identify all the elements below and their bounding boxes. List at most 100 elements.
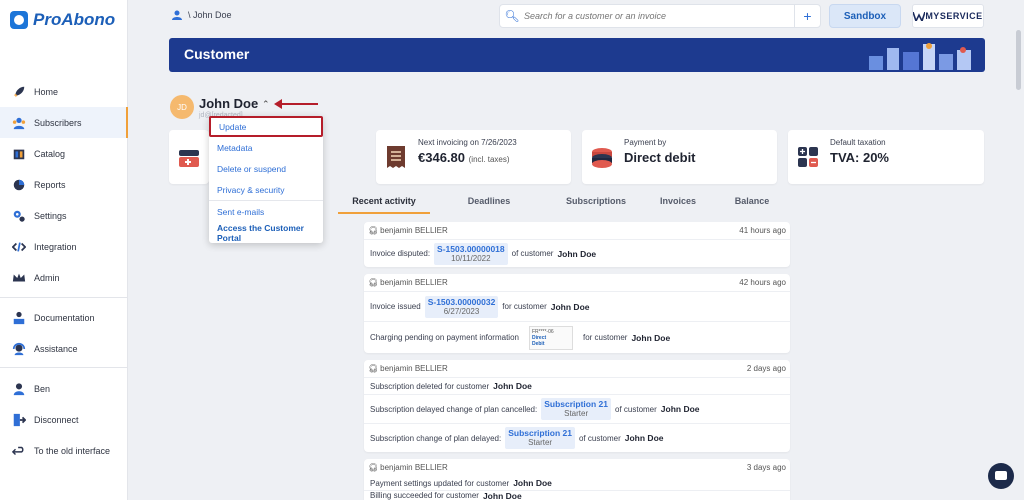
menu-item-delete-suspend[interactable]: Delete or suspend [209,158,323,179]
search-input[interactable] [524,11,794,21]
activity-author: 🎧︎ benjamin BELLIER [368,364,448,373]
customer-link[interactable]: John Doe [557,249,596,259]
brand-logo-icon [913,11,926,21]
search-icon: 🔍︎ [504,9,520,23]
menu-item-sent-emails[interactable]: Sent e-mails [209,201,323,222]
sidebar-item-old-interface[interactable]: To the old interface [0,435,128,466]
card-next-invoicing: Next invoicing on 7/26/2023 €346.80 (inc… [376,130,571,184]
card-value: TVA: 20% [830,150,889,165]
breadcrumb: \ John Doe [170,10,232,20]
headset-icon: 🎧︎ [368,226,379,235]
menu-item-metadata[interactable]: Metadata [209,137,323,158]
customer-link[interactable]: John Doe [625,433,664,443]
tab-deadlines[interactable]: Deadlines [430,196,548,214]
sidebar-item-documentation[interactable]: Documentation [0,302,128,333]
app-logo[interactable]: ProAbono [10,10,115,30]
card-taxation: Default taxation TVA: 20% [788,130,984,184]
tab-invoices[interactable]: Invoices [644,196,712,214]
author-name: benjamin BELLIER [380,278,448,287]
customer-name[interactable]: John Doe [199,96,258,111]
sidebar-item-catalog[interactable]: Catalog [0,138,128,169]
breadcrumb-current: \ John Doe [188,10,232,20]
invoice-reference[interactable]: S-1503.00000032 6/27/2023 [424,295,499,318]
tab-balance[interactable]: Balance [712,196,792,214]
activity-row: Invoice disputed: S-1503.00000018 10/11/2… [364,239,790,267]
activity-row: Invoice issued S-1503.00000032 6/27/2023 … [364,291,790,321]
tab-recent-activity[interactable]: Recent activity [338,196,430,214]
sidebar-item-label: Assistance [34,343,78,354]
add-button[interactable]: + [794,5,820,27]
activity-text: Charging pending on payment information [370,333,519,342]
customer-link[interactable]: John Doe [483,491,522,500]
main-nav: Home Subscribers Catalog Reports Setting… [0,76,128,293]
plan-name: Starter [528,438,553,447]
business-switcher[interactable]: MYSERVICE [912,4,984,28]
sidebar-item-user[interactable]: Ben [0,373,128,404]
users-icon[interactable] [170,10,184,20]
receipt-icon [387,146,405,168]
sidebar-item-subscribers[interactable]: Subscribers [0,107,128,138]
menu-item-privacy-security[interactable]: Privacy & security [209,179,323,200]
customer-link[interactable]: John Doe [513,478,552,488]
invoice-reference[interactable]: S-1503.00000018 10/11/2022 [434,242,508,265]
activity-text: of customer [578,433,621,443]
customer-link[interactable]: John Doe [493,381,532,391]
subscription-reference[interactable]: Subscription 21 Starter [541,398,611,420]
direct-debit-mandate-icon[interactable]: FR****-06 Direct Debit [528,325,573,350]
activity-text: for customer [502,302,547,311]
book-icon [13,149,25,159]
activity-row: Subscription deleted for customer John D… [364,377,790,394]
chevron-up-icon[interactable]: ⌃ [262,99,270,110]
logout-icon [13,413,26,426]
activity-header: 🎧︎ benjamin BELLIER 2 days ago [364,360,790,377]
sidebar-item-label: Documentation [34,312,95,323]
sidebar-item-label: Subscribers [34,117,82,128]
undo-icon [12,446,24,455]
activity-text: Invoice issued [370,302,421,311]
activity-text: of customer [615,404,657,414]
customer-link[interactable]: John Doe [661,404,700,414]
chat-bubble-icon[interactable] [988,463,1014,489]
sidebar-item-integration[interactable]: Integration [0,231,128,262]
users-icon [12,117,26,129]
activity-card: 🎧︎ benjamin BELLIER 2 days ago Subscripti… [364,360,790,452]
sidebar-item-assistance[interactable]: Assistance [0,333,128,364]
activity-row: Subscription delayed change of plan canc… [364,394,790,423]
banner-illustration-icon [869,43,971,70]
business-name: MYSERVICE [925,11,983,21]
sidebar-item-label: Integration [34,241,77,252]
menu-item-customer-portal[interactable]: Access the Customer Portal [209,222,323,243]
reader-icon [13,311,25,324]
card-label: Default taxation [830,138,886,147]
page-banner: Customer [169,38,985,72]
activity-author: 🎧︎ benjamin BELLIER [368,226,448,235]
headset-icon: 🎧︎ [368,463,379,472]
sidebar-item-disconnect[interactable]: Disconnect [0,404,128,435]
coins-icon [592,148,612,168]
activity-card: 🎧︎ benjamin BELLIER 3 days ago Payment se… [364,459,790,500]
menu-item-update[interactable]: Update [209,116,323,137]
customer-link[interactable]: John Doe [631,333,670,343]
activity-row: Billing succeeded for customer John Doe [364,490,790,500]
subscription-reference[interactable]: Subscription 21 Starter [505,427,575,449]
plan-name: Starter [564,409,589,418]
code-icon [12,241,26,252]
activity-text: Subscription delayed change of plan canc… [370,404,538,414]
subscription-name: Subscription 21 [508,428,572,438]
sidebar: ProAbono Home Subscribers Catalog Report… [0,0,128,500]
sidebar-item-label: Home [34,86,59,97]
sidebar-item-home[interactable]: Home [0,76,128,107]
sidebar-item-label: Reports [34,179,66,190]
author-name: benjamin BELLIER [380,364,448,373]
sandbox-button[interactable]: Sandbox [829,4,901,28]
tab-subscriptions[interactable]: Subscriptions [548,196,644,214]
sidebar-item-admin[interactable]: Admin [0,262,128,293]
card-balance [169,130,209,184]
scrollbar[interactable] [1016,30,1021,90]
customer-link[interactable]: John Doe [551,302,590,312]
activity-text: Subscription change of plan delayed: [370,433,502,443]
invoice-date: 6/27/2023 [443,306,480,316]
sidebar-item-settings[interactable]: Settings [0,200,128,231]
headset-icon [12,342,26,355]
sidebar-item-reports[interactable]: Reports [0,169,128,200]
